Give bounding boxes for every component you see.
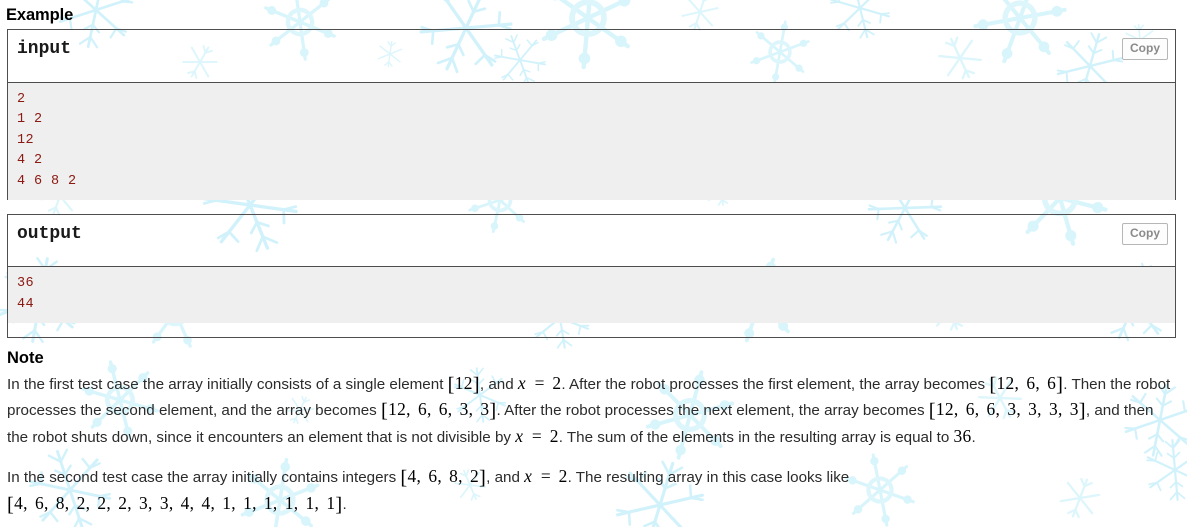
sample-input-title-bar: input Copy: [8, 30, 1175, 68]
inline-math: 36: [953, 425, 972, 446]
copy-output-button[interactable]: Copy: [1122, 222, 1168, 245]
note-section: Note In the first test case the array in…: [6, 338, 1176, 518]
note-heading: Note: [7, 348, 44, 367]
note-text: , and: [486, 469, 525, 487]
sample-output-data[interactable]: 36 44: [8, 266, 1175, 323]
copy-input-button[interactable]: Copy: [1122, 38, 1168, 60]
sample-output-title-bar: output Copy: [8, 215, 1175, 253]
sample-output-title: output: [17, 223, 82, 244]
page-title: Example: [6, 6, 74, 24]
note-text: . The resulting array in this case looks…: [567, 469, 850, 487]
sample-input-data[interactable]: 2 1 2 12 4 2 4 6 8 2: [8, 81, 1175, 200]
inline-math: x = 2: [517, 372, 562, 393]
note-text: In the second test case the array initia…: [7, 469, 401, 487]
sample-test-input: input Copy 2 1 2 12 4 2 4 6 8 2: [7, 29, 1176, 200]
note-paragraph-second-test-case: In the second test case the array initia…: [6, 464, 1176, 517]
note-text: In the first test case the array initial…: [7, 375, 448, 393]
sample-input-title: input: [17, 39, 72, 59]
inline-math: x = 2: [515, 425, 559, 446]
note-text: .: [342, 495, 347, 513]
inline-math: x = 2: [524, 466, 568, 487]
inline-math: [4, 6, 8, 2, 2, 2, 3, 3, 4, 4, 1, 1, 1, …: [7, 492, 343, 516]
note-paragraph-first-test-case: In the first test case the array initial…: [6, 371, 1176, 451]
inline-math: [4, 6, 8, 2]: [400, 466, 487, 490]
sample-tests: input Copy 2 1 2 12 4 2 4 6 8 2 output C…: [7, 29, 1176, 338]
note-text: . The sum of the elements in the resulti…: [558, 428, 954, 446]
sample-test-output: output Copy 36 44: [7, 213, 1176, 338]
note-text: . After the robot processes the first el…: [561, 375, 990, 393]
inline-math: [12, 6, 6, 3, 3]: [381, 399, 497, 423]
inline-math: [12, 6, 6, 3, 3, 3, 3]: [928, 399, 1086, 423]
inline-math: [12]: [447, 372, 480, 396]
inline-math: [12, 6, 6]: [989, 372, 1064, 396]
note-text: , and: [479, 375, 518, 393]
note-text: . After the robot processes the next ele…: [496, 402, 929, 420]
note-text: .: [971, 428, 976, 446]
